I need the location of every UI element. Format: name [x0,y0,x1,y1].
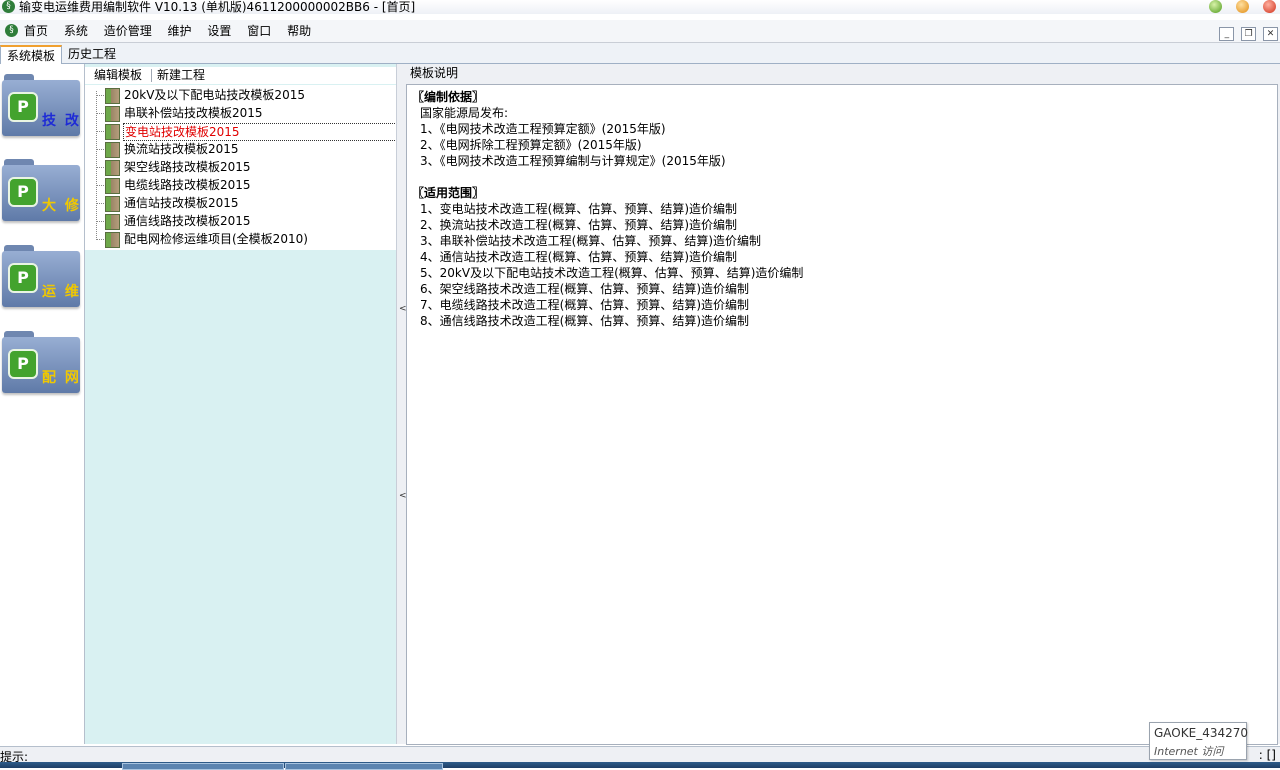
description-header: 模板说明 [410,66,459,80]
category-folder-operation-maintenance[interactable]: P 运 维 [2,245,80,309]
scope-line: 3、串联补偿站技术改造工程(概算、估算、预算、结算)造价编制 [420,234,762,248]
taskbar-button[interactable] [285,763,443,770]
scope-line: 7、电缆线路技术改造工程(概算、估算、预算、结算)造价编制 [420,298,750,312]
tree-item-label[interactable]: 变电站技改模板2015 [123,123,397,141]
tree-item-label[interactable]: 20kV及以下配电站技改模板2015 [123,87,306,103]
tooltip-subtitle: Internet 访问 [1154,745,1224,758]
tree-item-label[interactable]: 配电网检修运维项目(全模板2010) [123,231,309,247]
mdi-controls: _ ❐ ✕ [1216,25,1278,41]
tree-item-label[interactable]: 换流站技改模板2015 [123,141,240,157]
category-folder-technical-renovation[interactable]: P 技 改 [2,74,80,138]
scope-line: 6、架空线路技术改造工程(概算、估算、预算、结算)造价编制 [420,282,750,296]
taskbar-button[interactable] [122,763,284,770]
template-book-icon [105,160,120,176]
menu-window[interactable]: 窗口 [247,20,271,42]
tree-toolbar: 编辑模板 新建工程 [85,67,396,84]
tab-system-templates[interactable]: 系统模板 [0,45,63,64]
edit-template-button[interactable]: 编辑模板 [94,67,142,84]
template-book-icon [105,196,120,212]
window-controls [1199,0,1276,14]
maximize-window-button[interactable] [1236,0,1250,13]
menu-bar: § 首页 系统 造价管理 维护 设置 窗口 帮助 _ ❐ ✕ [0,20,1280,43]
scope-line: 1、变电站技术改造工程(概算、估算、预算、结算)造价编制 [420,202,738,216]
scope-line: 5、20kV及以下配电站技术改造工程(概算、估算、预算、结算)造价编制 [420,266,804,280]
category-label: 技 改 [42,113,81,129]
tree-item-label[interactable]: 电缆线路技改模板2015 [123,177,252,193]
network-tooltip: GAOKE_434270 Internet 访问 [1149,722,1249,760]
template-tree: 20kV及以下配电站技改模板2015 串联补偿站技改模板2015 变电站技改模板… [85,85,397,250]
template-description-panel: 模板说明 〖编制依据〗 国家能源局发布: 1、《电网技术改造工程预算定额》(20… [406,64,1280,745]
scope-line: 2、换流站技术改造工程(概算、估算、预算、结算)造价编制 [420,218,738,232]
description-body: 〖编制依据〗 国家能源局发布: 1、《电网技术改造工程预算定额》(2015年版)… [406,84,1278,745]
p-logo-icon: P [8,263,38,293]
new-project-button[interactable]: 新建工程 [157,67,205,84]
template-book-icon [105,88,120,104]
minimize-window-button[interactable] [1209,0,1223,13]
tree-item-label[interactable]: 串联补偿站技改模板2015 [123,105,264,121]
category-label: 运 维 [42,284,81,300]
template-book-icon [105,106,120,122]
scope-line: 4、通信站技术改造工程(概算、估算、预算、结算)造价编制 [420,250,738,264]
mdi-restore-icon[interactable]: ❐ [1241,27,1257,41]
scope-section-title: 〖适用范围〗 [412,186,485,200]
window-title: 输变电运维费用编制软件 V10.13 (单机版)4611200000002BB6… [19,0,416,14]
app-logo-icon: § [2,0,15,13]
basis-line: 3、《电网技术改造工程预算编制与计算规定》(2015年版) [420,154,726,168]
basis-line: 2、《电网拆除工程预算定额》(2015年版) [420,138,642,152]
p-logo-icon: P [8,349,38,379]
home-icon[interactable]: § [5,24,18,37]
basis-section-title: 〖编制依据〗 [412,90,485,104]
toolbar-divider [151,69,152,82]
template-book-icon [105,142,120,158]
template-book-icon [105,232,120,248]
menu-settings[interactable]: 设置 [207,20,231,42]
tree-item-label[interactable]: 通信线路技改模板2015 [123,213,252,229]
tree-item-label[interactable]: 架空线路技改模板2015 [123,159,252,175]
template-book-icon [105,124,120,140]
menu-cost-management[interactable]: 造价管理 [104,20,152,42]
template-tree-panel: 编辑模板 新建工程 20kV及以下配电站技改模板2015 串联补偿站技改模板20… [85,64,397,744]
tooltip-title: GAOKE_434270 [1154,726,1249,740]
tab-history-projects[interactable]: 历史工程 [62,45,122,63]
close-window-button[interactable] [1263,0,1276,13]
title-bar: § 输变电运维费用编制软件 V10.13 (单机版)4611200000002B… [0,0,1280,14]
category-folder-distribution-network[interactable]: P 配 网 [2,331,80,395]
category-folder-major-repair[interactable]: P 大 修 [2,159,80,223]
p-logo-icon: P [8,92,38,122]
p-logo-icon: P [8,177,38,207]
mdi-close-icon[interactable]: ✕ [1263,27,1278,41]
menu-maintenance[interactable]: 维护 [168,20,192,42]
tree-item-label[interactable]: 通信站技改模板2015 [123,195,240,211]
basis-line: 1、《电网技术改造工程预算定额》(2015年版) [420,122,666,136]
os-taskbar [0,762,1280,770]
category-label: 大 修 [42,198,81,214]
menu-help[interactable]: 帮助 [287,20,311,42]
template-book-icon [105,178,120,194]
category-label: 配 网 [42,370,81,386]
mdi-minimize-icon[interactable]: _ [1219,27,1235,41]
basis-line: 国家能源局发布: [420,106,509,120]
template-book-icon [105,214,120,230]
menu-system[interactable]: 系统 [64,20,88,42]
status-bar: 提示: : [] [0,746,1280,764]
scope-line: 8、通信线路技术改造工程(概算、估算、预算、结算)造价编制 [420,314,750,328]
menu-home[interactable]: 首页 [24,20,48,42]
category-sidebar: P 技 改 P 大 修 P 运 维 P 配 网 [0,64,85,744]
tab-strip: 系统模板 历史工程 [0,43,1280,64]
status-right-text: : [] [1258,748,1276,762]
